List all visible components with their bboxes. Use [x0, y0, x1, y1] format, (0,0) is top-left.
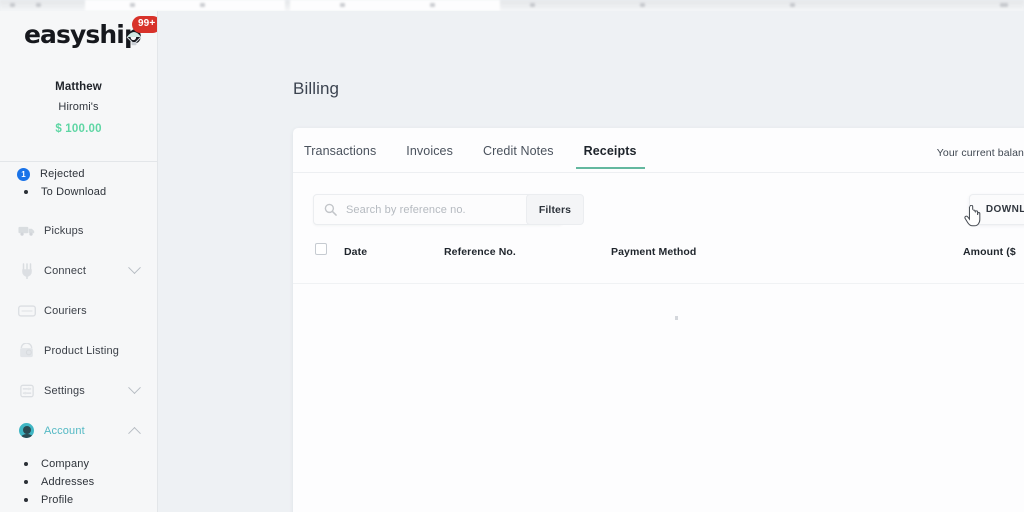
browser-tab-favicon — [130, 3, 135, 7]
sidebar-divider — [0, 161, 157, 162]
download-pdf-button[interactable]: DOWNLOAD PDF — [968, 194, 1024, 225]
notification-badge[interactable]: 99+ — [132, 16, 157, 33]
box-icon — [17, 302, 36, 319]
tab-bar: Transactions Invoices Credit Notes Recei… — [304, 144, 667, 169]
truck-icon — [17, 222, 36, 239]
browser-tab-close-icon[interactable] — [430, 3, 435, 7]
bullet-icon — [24, 498, 28, 502]
current-balance: Your current balance: $ 100.00 — [937, 147, 1024, 159]
sidebar: easyship 99+ Matthew Hiromi's $ 100.00 1… — [0, 11, 158, 512]
bullet-icon — [24, 190, 28, 194]
app-root: easyship 99+ Matthew Hiromi's $ 100.00 1… — [0, 0, 1024, 512]
column-header-date[interactable]: Date — [344, 246, 367, 258]
sidebar-item-label: Company — [41, 458, 90, 470]
main-content: Billing Transactions Invoices Credit Not… — [158, 11, 1024, 512]
sidebar-item-product-listing[interactable]: Product Listing — [0, 340, 157, 361]
tab-invoices[interactable]: Invoices — [406, 144, 453, 169]
browser-tab[interactable] — [85, 0, 285, 11]
user-info-block[interactable]: Matthew Hiromi's $ 100.00 — [0, 81, 157, 135]
browser-menu-icon[interactable] — [1000, 3, 1008, 7]
sidebar-item-label: Product Listing — [44, 344, 120, 357]
sidebar-item-to-download[interactable]: To Download — [0, 183, 157, 201]
sidebar-item-pickups[interactable]: Pickups — [0, 220, 157, 241]
chevron-down-icon[interactable] — [128, 261, 141, 275]
bullet-icon — [24, 462, 28, 466]
tab-bar-divider — [293, 172, 1024, 173]
tag-icon — [17, 342, 36, 359]
sidebar-item-couriers[interactable]: Couriers — [0, 300, 157, 321]
sidebar-item-label: Profile — [41, 494, 74, 506]
user-balance: $ 100.00 — [55, 123, 102, 135]
sidebar-nav: 1 Rejected To Download Pickups Connect C… — [0, 165, 157, 512]
sidebar-item-connect[interactable]: Connect — [0, 260, 157, 281]
column-header-amount[interactable]: Amount ($ — [963, 246, 1016, 258]
search-icon — [324, 203, 337, 216]
browser-tab-close-icon[interactable] — [200, 3, 205, 7]
search-input[interactable] — [346, 203, 511, 216]
brand-logo[interactable]: easyship 99+ — [24, 16, 157, 47]
table-loading-indicator — [675, 316, 678, 320]
chevron-down-icon[interactable] — [128, 381, 141, 395]
user-company: Hiromi's — [58, 101, 99, 113]
chevron-up-icon[interactable] — [128, 426, 141, 440]
browser-tab-favicon — [640, 3, 645, 7]
plug-icon — [17, 262, 36, 279]
toolbar-row: Filters DOWNLOAD PDF — [313, 194, 1024, 228]
browser-chrome-strip — [0, 0, 1024, 11]
sidebar-item-label: Couriers — [44, 304, 87, 317]
sidebar-item-label: Settings — [44, 384, 85, 397]
rejected-count-badge: 1 — [17, 167, 30, 181]
sliders-icon — [17, 382, 36, 399]
sidebar-item-addresses[interactable]: Addresses — [0, 473, 157, 491]
sidebar-item-settings[interactable]: Settings — [0, 380, 157, 401]
table-header-row: Date Reference No. Payment Method Amount… — [293, 243, 1024, 278]
sidebar-item-label: Connect — [44, 264, 87, 277]
sidebar-item-label: Pickups — [44, 224, 84, 237]
table-header-divider — [293, 283, 1024, 284]
sidebar-item-rejected[interactable]: 1 Rejected — [0, 165, 157, 183]
tab-credit-notes[interactable]: Credit Notes — [483, 144, 554, 169]
filters-button[interactable]: Filters — [526, 194, 584, 225]
billing-card: Transactions Invoices Credit Notes Recei… — [293, 128, 1024, 512]
browser-back-icon[interactable] — [10, 3, 15, 7]
account-avatar-icon — [17, 422, 36, 439]
sidebar-item-label: Account — [44, 424, 85, 437]
select-all-checkbox[interactable] — [315, 243, 327, 255]
sidebar-item-label: To Download — [41, 186, 107, 198]
sidebar-item-label: Addresses — [41, 476, 95, 488]
browser-tab-favicon — [530, 3, 535, 7]
column-header-payment-method[interactable]: Payment Method — [611, 246, 696, 258]
bullet-icon — [24, 480, 28, 484]
sidebar-item-label: Rejected — [40, 168, 85, 180]
sidebar-item-company[interactable]: Company — [0, 455, 157, 473]
column-header-reference-no[interactable]: Reference No. — [444, 246, 516, 258]
browser-tab[interactable] — [290, 0, 500, 11]
sidebar-item-profile[interactable]: Profile — [0, 491, 157, 509]
tab-receipts[interactable]: Receipts — [575, 144, 645, 169]
browser-tab-favicon — [340, 3, 345, 7]
sidebar-item-account[interactable]: Account — [0, 420, 157, 441]
tab-transactions[interactable]: Transactions — [304, 144, 376, 169]
page-title: Billing — [293, 79, 340, 98]
browser-forward-icon[interactable] — [36, 3, 41, 7]
current-balance-label: Your current balance: — [936, 147, 1024, 159]
browser-tab-favicon — [790, 3, 795, 7]
user-name: Matthew — [55, 81, 102, 93]
